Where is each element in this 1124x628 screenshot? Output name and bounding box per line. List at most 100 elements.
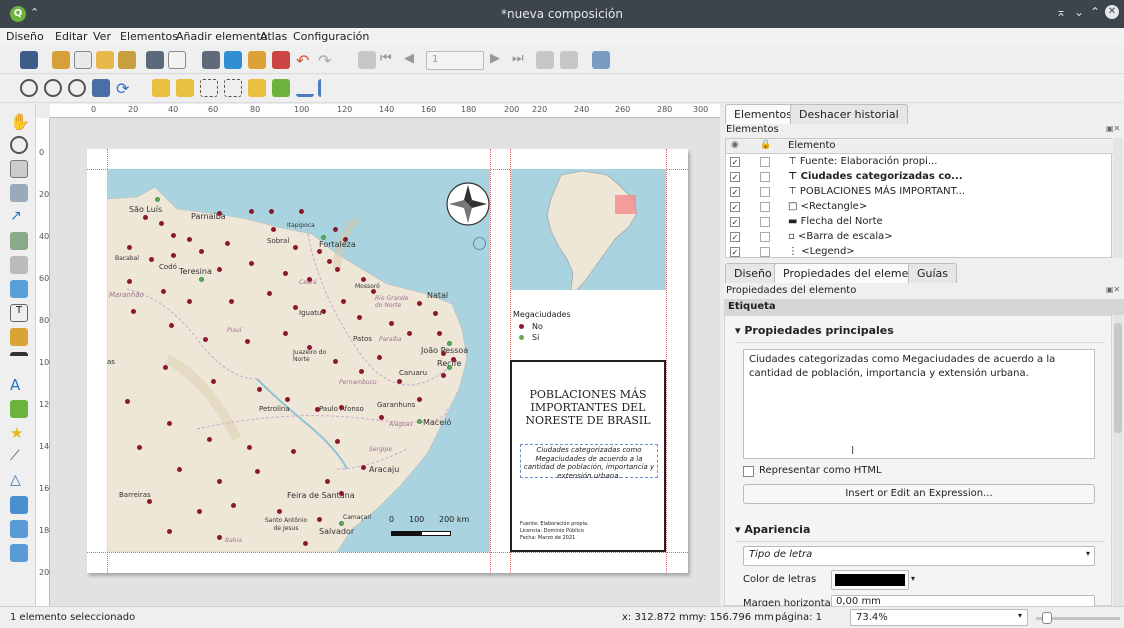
lower-items-icon[interactable] [176,79,194,97]
lock-checkbox[interactable] [760,217,770,227]
add-html-icon[interactable] [10,496,28,514]
guide-line[interactable] [87,552,688,553]
menu-configuracion[interactable]: Configuración [293,30,369,43]
legend[interactable]: Megaciudades No Si [513,310,571,342]
add-label-icon[interactable]: T [10,304,28,322]
source-text[interactable]: Fuente: Elaboración propia. Licencia: Do… [520,521,589,542]
undo-icon[interactable]: ↶ [296,51,314,70]
atlas-print-icon[interactable] [536,51,554,69]
lock-checkbox[interactable] [760,172,770,182]
visibility-checkbox[interactable]: ✓ [730,232,740,242]
duplicate-icon[interactable] [74,51,92,69]
close-icon[interactable]: ✕ [1105,5,1119,19]
maximize-icon[interactable]: ⌃ [1090,5,1100,19]
menu-editar[interactable]: Editar [55,30,88,43]
appearance-group[interactable]: ▾ Apariencia [735,523,810,536]
layout-page[interactable]: São Luís Parnaíba Itapipoca Sobral Forta… [87,149,688,573]
visibility-checkbox[interactable]: ✓ [730,217,740,227]
tab-diseno[interactable]: Diseño [725,263,781,283]
scroll-thumb[interactable] [1114,323,1122,433]
zoom-slider-handle[interactable] [1042,612,1052,624]
insert-expression-button[interactable]: Insert or Edit an Expression... [743,484,1095,504]
ungroup-icon[interactable] [224,79,242,97]
dock-close-icon[interactable]: ▣✕ [1106,285,1120,294]
refresh-icon[interactable]: ⟳ [116,79,134,98]
add-fixed-table-icon[interactable] [10,544,28,562]
font-select[interactable]: Tipo de letra [743,546,1095,566]
properties-scrollbar[interactable] [1113,315,1123,606]
visibility-checkbox[interactable]: ✓ [730,157,740,167]
guide-line[interactable] [490,149,491,573]
list-item[interactable]: ✓ ⋮ <Legend> [726,245,1113,260]
add-marker-icon[interactable]: ★ [10,424,28,442]
add-polygon-icon[interactable]: △ [10,472,28,490]
export-svg-icon[interactable] [248,51,266,69]
list-item[interactable]: ✓ ▬ Flecha del Norte [726,215,1113,230]
tab-deshacer-historial[interactable]: Deshacer historial [790,104,908,124]
first-feature-icon[interactable]: ⏮ [380,51,398,69]
color-dropdown-icon[interactable]: ▾ [911,574,915,583]
lock-items-icon[interactable] [248,79,266,97]
visibility-checkbox[interactable]: ✓ [730,247,740,257]
inset-map[interactable] [511,169,666,290]
selected-subtitle-label[interactable]: Ciudades categorizadas como Megaciudades… [520,444,658,480]
next-feature-icon[interactable]: ▶ [490,51,508,69]
lock-checkbox[interactable] [760,247,770,257]
add-legend-icon[interactable] [10,328,28,346]
lock-checkbox[interactable] [760,187,770,197]
save-template-icon[interactable] [146,51,164,69]
html-checkbox[interactable] [743,466,754,477]
list-item[interactable]: ✓ ⊤ Fuente: Elaboración propi... [726,155,1113,170]
atlas-export-icon[interactable] [560,51,578,69]
zoom-out-icon[interactable] [44,79,62,97]
zoom-in-icon[interactable] [20,79,38,97]
zoom-slider[interactable] [1036,612,1120,624]
zoom-tool-icon[interactable] [10,136,28,154]
chevron-down-icon[interactable]: ⌄ [1074,5,1084,19]
layout-canvas[interactable]: São Luís Parnaíba Itapipoca Sobral Forta… [50,118,720,606]
font-color-button[interactable] [831,570,909,590]
visibility-checkbox[interactable]: ✓ [730,187,740,197]
add-scalebar-icon[interactable] [10,352,28,370]
main-map[interactable]: São Luís Parnaíba Itapipoca Sobral Forta… [107,169,490,552]
atlas-preview-icon[interactable] [358,51,376,69]
zoom-dropdown-icon[interactable]: ▾ [1018,611,1022,620]
save-icon[interactable] [20,51,38,69]
add-polyline-icon[interactable]: ⟋ [10,448,28,466]
layout-manager-icon[interactable] [118,51,136,69]
list-item[interactable]: ✓ □ <Rectangle> [726,200,1113,215]
add-3dmap-icon[interactable] [10,232,28,250]
menu-elementos[interactable]: Elementos [120,30,178,43]
select-move-icon[interactable] [10,160,28,178]
zoom-actual-icon[interactable] [68,79,86,97]
elements-list[interactable]: ◉ 🔒 Elemento ✓ ⊤ Fuente: Elaboración prop… [725,138,1113,260]
edit-nodes-icon[interactable]: ↗ [10,208,28,226]
add-arrow-icon[interactable]: A [10,376,28,394]
minimize-icon[interactable]: ⌅ [1056,5,1066,19]
redo-icon[interactable]: ↷ [318,51,336,70]
zoom-select[interactable]: 73.4% [850,609,1028,626]
zoom-full-icon[interactable] [92,79,110,97]
menu-ver[interactable]: Ver [93,30,111,43]
raise-items-icon[interactable] [152,79,170,97]
scale-bar[interactable]: 0 100 200 km [389,515,485,541]
layout-title[interactable]: POBLACIONES MÁS IMPORTANTES DEL NORESTE … [520,388,656,427]
menu-atlas[interactable]: Atlas [260,30,287,43]
rotation-handle-icon[interactable] [473,237,486,250]
add-shape-icon[interactable] [10,400,28,418]
last-feature-icon[interactable]: ⏭ [512,51,530,69]
export-image-icon[interactable] [224,51,242,69]
page-icon[interactable] [168,51,186,69]
tab-guias[interactable]: Guías [908,263,958,283]
print-icon[interactable] [202,51,220,69]
export-pdf-icon[interactable] [272,51,290,69]
menu-diseno[interactable]: Diseño [6,30,44,43]
main-properties-group[interactable]: ▾ Propiedades principales [735,324,894,337]
elements-scrollbar[interactable] [1113,138,1123,258]
dock-close-icon[interactable]: ▣✕ [1106,124,1120,133]
lock-checkbox[interactable] [760,232,770,242]
list-item[interactable]: ✓ ⊤ POBLACIONES MÁS IMPORTANT... [726,185,1113,200]
open-folder-icon[interactable] [96,51,114,69]
add-map-icon[interactable] [10,256,28,274]
new-layout-icon[interactable] [52,51,70,69]
